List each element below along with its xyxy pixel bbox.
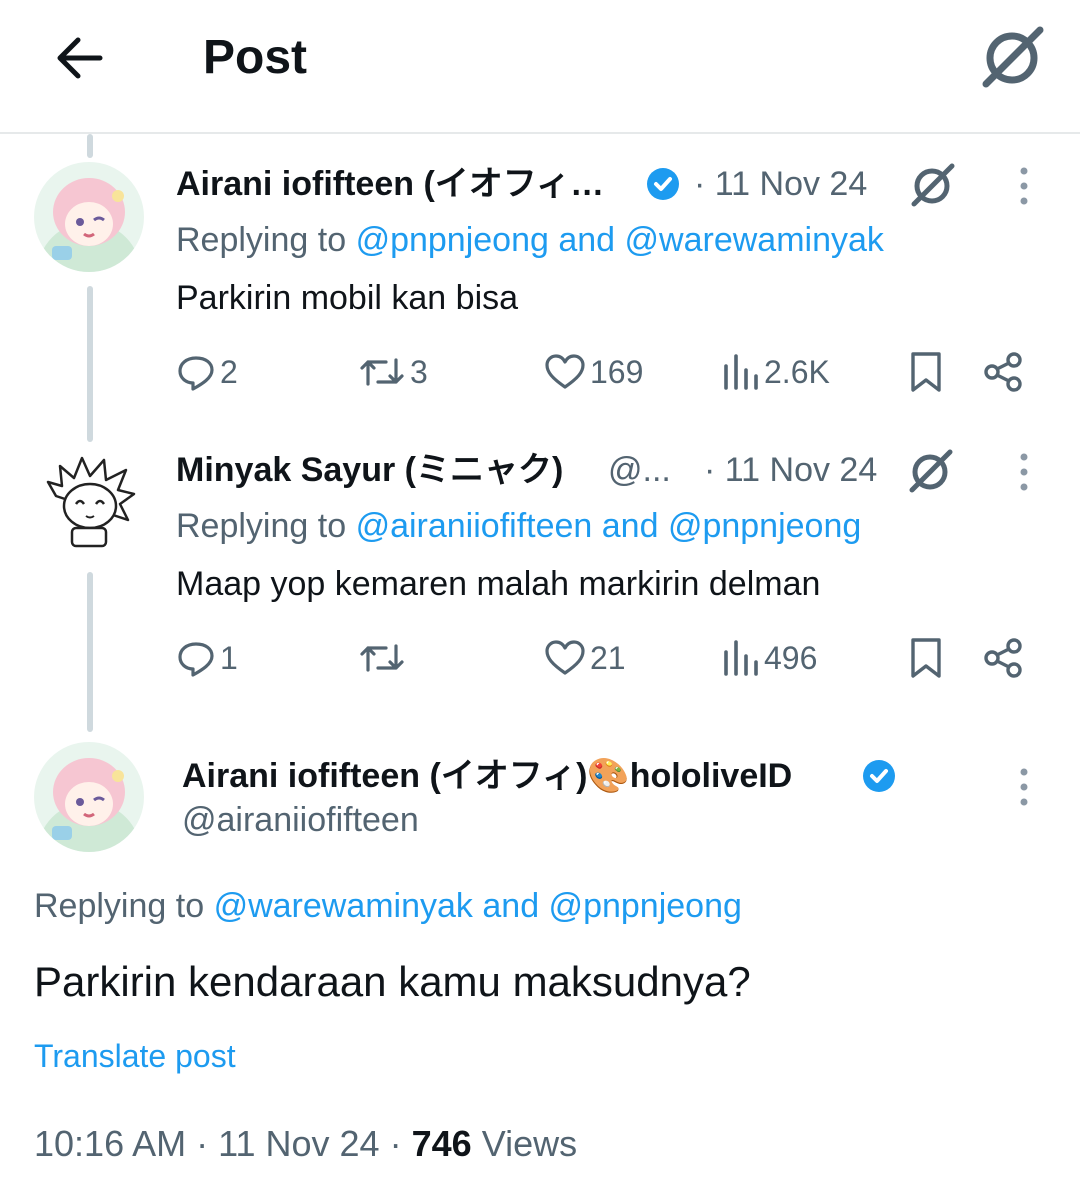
like-count: 169	[590, 353, 644, 390]
replying-to: Replying to @pnpnjeong and @warewaminyak	[176, 218, 884, 262]
replying-label: Replying to	[176, 221, 347, 259]
top-bar	[0, 0, 1080, 134]
back-arrow-icon[interactable]	[52, 30, 108, 86]
like-button[interactable]: 169	[544, 350, 643, 394]
analytics-icon	[724, 354, 758, 390]
reply-count: 2	[220, 353, 238, 390]
author-name[interactable]: Minyak Sayur (ミニャク)	[176, 450, 563, 490]
replying-to: Replying to @warewaminyak and @pnpnjeong	[34, 884, 742, 928]
reply-count: 1	[220, 639, 238, 676]
replying-label: Replying to	[34, 887, 205, 925]
repost-button[interactable]: 3	[358, 350, 428, 394]
verified-badge-icon	[862, 759, 896, 793]
views-count: 746	[411, 1123, 472, 1164]
views-label: Views	[481, 1123, 578, 1164]
reply-button[interactable]: 1	[176, 636, 238, 680]
repost-count: 3	[410, 353, 428, 390]
grok-icon[interactable]	[906, 446, 954, 499]
avatar[interactable]	[34, 448, 144, 558]
thread-connector	[87, 134, 93, 158]
heart-icon	[545, 640, 585, 675]
share-icon[interactable]	[982, 636, 1026, 685]
share-icon[interactable]	[982, 350, 1026, 399]
post-text: Maap yop kemaren malah markirin delman	[176, 565, 821, 603]
views-button[interactable]: 496	[722, 636, 817, 680]
mention-links[interactable]: @airaniiofifteen and @pnpnjeong	[356, 507, 862, 545]
author-handle[interactable]: @airaniiofifteen	[182, 800, 419, 840]
more-options-icon[interactable]	[1014, 451, 1034, 495]
avatar[interactable]	[34, 162, 144, 272]
post-metadata: 10:16 AM · 11 Nov 24 · 746 Views	[34, 1122, 577, 1166]
mention-links[interactable]: @pnpnjeong and @warewaminyak	[356, 221, 884, 259]
verified-badge-icon	[646, 167, 680, 201]
repost-icon	[360, 644, 404, 672]
post-text: Parkirin kendaraan kamu maksudnya?	[34, 958, 751, 1005]
reply-icon	[178, 356, 214, 391]
author-handle[interactable]: @...	[608, 450, 671, 490]
repost-button[interactable]	[358, 636, 410, 680]
views-button[interactable]: 2.6K	[722, 350, 830, 394]
like-button[interactable]: 21	[544, 636, 626, 680]
bookmark-icon[interactable]	[906, 636, 946, 685]
author-name[interactable]: Airani iofifteen (イオフィ)🎨hololiveID	[182, 756, 792, 796]
reply-icon	[178, 642, 214, 677]
page-title: Post	[203, 31, 308, 84]
like-count: 21	[590, 639, 626, 676]
reply-button[interactable]: 2	[176, 350, 238, 394]
more-options-icon[interactable]	[1014, 165, 1034, 209]
post-date[interactable]: 11 Nov 24	[218, 1123, 379, 1164]
thread-connector	[87, 286, 93, 442]
mention-links[interactable]: @warewaminyak and @pnpnjeong	[214, 887, 742, 925]
post-date[interactable]: · 11 Nov 24	[694, 164, 867, 204]
grok-icon[interactable]	[908, 160, 956, 213]
heart-icon	[545, 354, 585, 389]
separator-dot: ·	[196, 1123, 209, 1164]
grok-icon[interactable]	[978, 22, 1046, 90]
view-count: 496	[764, 639, 818, 676]
bookmark-icon[interactable]	[906, 350, 946, 399]
view-count: 2.6K	[764, 353, 830, 390]
avatar[interactable]	[34, 742, 144, 852]
author-name[interactable]: Airani iofifteen (イオフィ…	[176, 164, 604, 204]
translate-link[interactable]: Translate post	[34, 1036, 236, 1076]
separator-dot: ·	[389, 1123, 402, 1164]
replying-to: Replying to @airaniiofifteen and @pnpnje…	[176, 504, 861, 548]
post-date[interactable]: · 11 Nov 24	[704, 450, 877, 490]
repost-icon	[360, 358, 404, 386]
more-options-icon[interactable]	[1014, 766, 1034, 810]
post-text: Parkirin mobil kan bisa	[176, 279, 519, 317]
analytics-icon	[724, 640, 758, 676]
post-time[interactable]: 10:16 AM	[34, 1123, 186, 1164]
thread-connector	[87, 572, 93, 732]
replying-label: Replying to	[176, 507, 347, 545]
